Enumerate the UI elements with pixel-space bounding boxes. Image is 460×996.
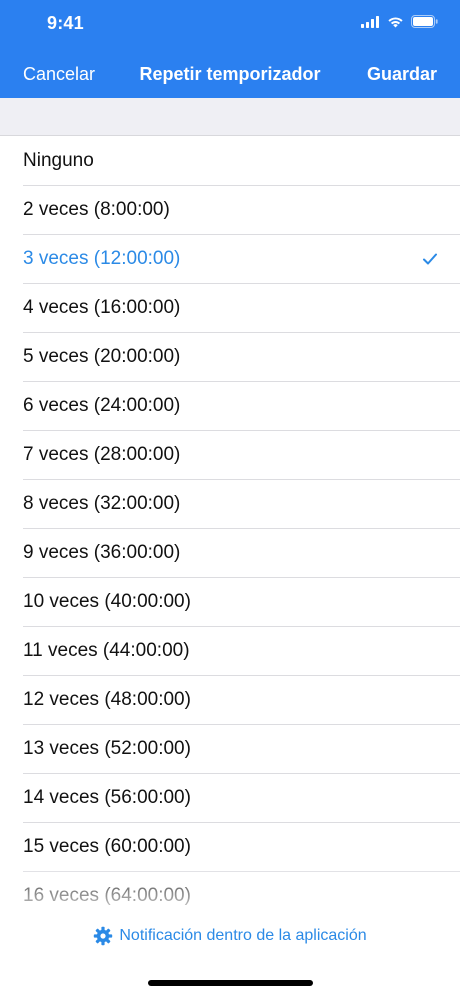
repeat-option-row[interactable]: 16 veces (64:00:00) [0, 872, 460, 907]
repeat-option-row[interactable]: Ninguno [0, 137, 460, 186]
repeat-option-label: 3 veces (12:00:00) [23, 248, 181, 269]
repeat-option-label: 6 veces (24:00:00) [23, 395, 181, 416]
repeat-option-label: 10 veces (40:00:00) [23, 591, 191, 612]
repeat-option-label: Ninguno [23, 150, 94, 171]
wifi-icon [388, 16, 403, 27]
repeat-option-row[interactable]: 3 veces (12:00:00) [0, 235, 460, 284]
status-bar: 9:41 [0, 0, 460, 50]
repeat-option-label: 12 veces (48:00:00) [23, 689, 191, 710]
section-header [0, 98, 460, 136]
navigation-bar: Cancelar Repetir temporizador Guardar [0, 50, 460, 98]
repeat-option-label: 16 veces (64:00:00) [23, 885, 191, 906]
repeat-option-row[interactable]: 10 veces (40:00:00) [0, 578, 460, 627]
repeat-option-row[interactable]: 9 veces (36:00:00) [0, 529, 460, 578]
home-indicator [148, 980, 313, 986]
gear-icon [94, 926, 113, 946]
repeat-option-label: 5 veces (20:00:00) [23, 346, 181, 367]
repeat-option-label: 13 veces (52:00:00) [23, 738, 191, 759]
repeat-option-label: 7 veces (28:00:00) [23, 444, 181, 465]
repeat-option-row[interactable]: 5 veces (20:00:00) [0, 333, 460, 382]
save-button[interactable]: Guardar [367, 64, 437, 85]
status-icons [361, 15, 438, 28]
checkmark-icon [423, 253, 437, 265]
repeat-option-row[interactable]: 4 veces (16:00:00) [0, 284, 460, 333]
repeat-option-row[interactable]: 2 veces (8:00:00) [0, 186, 460, 235]
repeat-option-label: 11 veces (44:00:00) [23, 640, 190, 661]
repeat-option-row[interactable]: 14 veces (56:00:00) [0, 774, 460, 823]
repeat-option-row[interactable]: 11 veces (44:00:00) [0, 627, 460, 676]
repeat-option-row[interactable]: 13 veces (52:00:00) [0, 725, 460, 774]
repeat-options-list[interactable]: Ninguno 2 veces (8:00:00) 3 veces (12:00:0… [0, 137, 460, 907]
repeat-option-row[interactable]: 12 veces (48:00:00) [0, 676, 460, 725]
repeat-option-label: 2 veces (8:00:00) [23, 199, 170, 220]
repeat-option-label: 15 veces (60:00:00) [23, 836, 191, 857]
repeat-option-label: 4 veces (16:00:00) [23, 297, 181, 318]
status-time: 9:41 [47, 13, 84, 33]
repeat-option-row[interactable]: 7 veces (28:00:00) [0, 431, 460, 480]
repeat-option-label: 8 veces (32:00:00) [23, 493, 181, 514]
repeat-option-row[interactable]: 15 veces (60:00:00) [0, 823, 460, 872]
battery-icon [411, 15, 438, 28]
repeat-option-label: 9 veces (36:00:00) [23, 542, 181, 563]
in-app-notification-link[interactable]: Notificación dentro de la aplicación [0, 926, 460, 946]
repeat-option-label: 14 veces (56:00:00) [23, 787, 191, 808]
header: 9:41 Cancelar Repetir temporizador Guard [0, 0, 460, 98]
repeat-option-row[interactable]: 8 veces (32:00:00) [0, 480, 460, 529]
cellular-signal-icon [361, 15, 379, 28]
repeat-option-row[interactable]: 6 veces (24:00:00) [0, 382, 460, 431]
in-app-notification-label[interactable]: Notificación dentro de la aplicación [119, 927, 366, 945]
